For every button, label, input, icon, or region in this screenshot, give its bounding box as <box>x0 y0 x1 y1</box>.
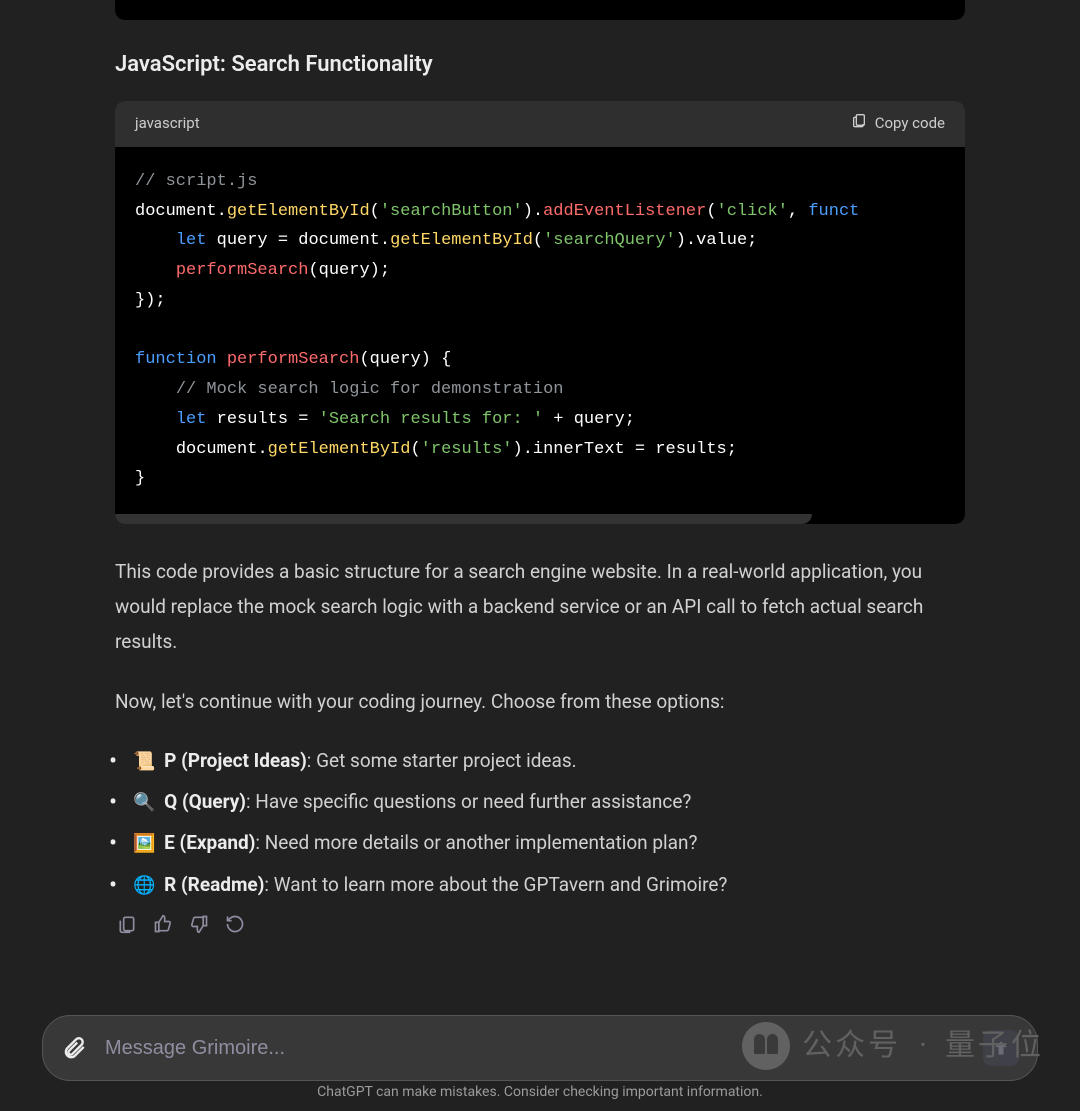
body-paragraph-1: This code provides a basic structure for… <box>115 554 965 659</box>
input-area <box>42 1015 1038 1081</box>
feedback-row <box>115 912 965 932</box>
copy-code-button[interactable]: Copy code <box>851 111 945 137</box>
prev-code-block-tail <box>115 0 965 20</box>
copy-code-label: Copy code <box>875 111 945 137</box>
message-input[interactable] <box>87 1037 983 1060</box>
disclaimer-text: ChatGPT can make mistakes. Consider chec… <box>0 1081 1080 1105</box>
option-rest: : Have specific questions or need furthe… <box>246 790 691 813</box>
magnifier-icon: 🔍 <box>133 792 155 813</box>
send-button[interactable] <box>983 1030 1019 1066</box>
option-item-p: 📜 P (Project Ideas): Get some starter pr… <box>119 743 965 778</box>
option-bold: P (Project Ideas) <box>164 749 307 772</box>
option-bold: R (Readme) <box>164 873 264 896</box>
option-item-q: 🔍 Q (Query): Have specific questions or … <box>119 784 965 819</box>
clipboard-icon <box>851 111 867 137</box>
option-rest: : Get some starter project ideas. <box>307 749 577 772</box>
option-rest: : Need more details or another implement… <box>255 831 697 854</box>
body-paragraph-2: Now, let's continue with your coding jou… <box>115 684 965 719</box>
section-heading: JavaScript: Search Functionality <box>115 46 965 83</box>
scroll-icon: 📜 <box>133 751 155 772</box>
picture-icon: 🖼️ <box>133 833 155 854</box>
options-list: 📜 P (Project Ideas): Get some starter pr… <box>115 743 965 902</box>
code-horizontal-scrollbar[interactable] <box>115 514 812 524</box>
code-language-label: javascript <box>135 111 200 137</box>
input-container <box>42 1015 1038 1081</box>
thumbs-down-button[interactable] <box>189 912 209 932</box>
globe-icon: 🌐 <box>133 875 155 896</box>
attach-button[interactable] <box>61 1035 87 1061</box>
regenerate-button[interactable] <box>225 912 245 932</box>
code-block: javascript Copy code // script.js docume… <box>115 101 965 524</box>
code-header: javascript Copy code <box>115 101 965 147</box>
option-item-e: 🖼️ E (Expand): Need more details or anot… <box>119 825 965 860</box>
thumbs-up-button[interactable] <box>153 912 173 932</box>
option-bold: E (Expand) <box>164 831 255 854</box>
option-rest: : Want to learn more about the GPTavern … <box>264 873 727 896</box>
option-item-r: 🌐 R (Readme): Want to learn more about t… <box>119 867 965 902</box>
code-body[interactable]: // script.js document.getElementById('se… <box>115 147 965 514</box>
copy-response-button[interactable] <box>117 912 137 932</box>
option-bold: Q (Query) <box>164 790 246 813</box>
